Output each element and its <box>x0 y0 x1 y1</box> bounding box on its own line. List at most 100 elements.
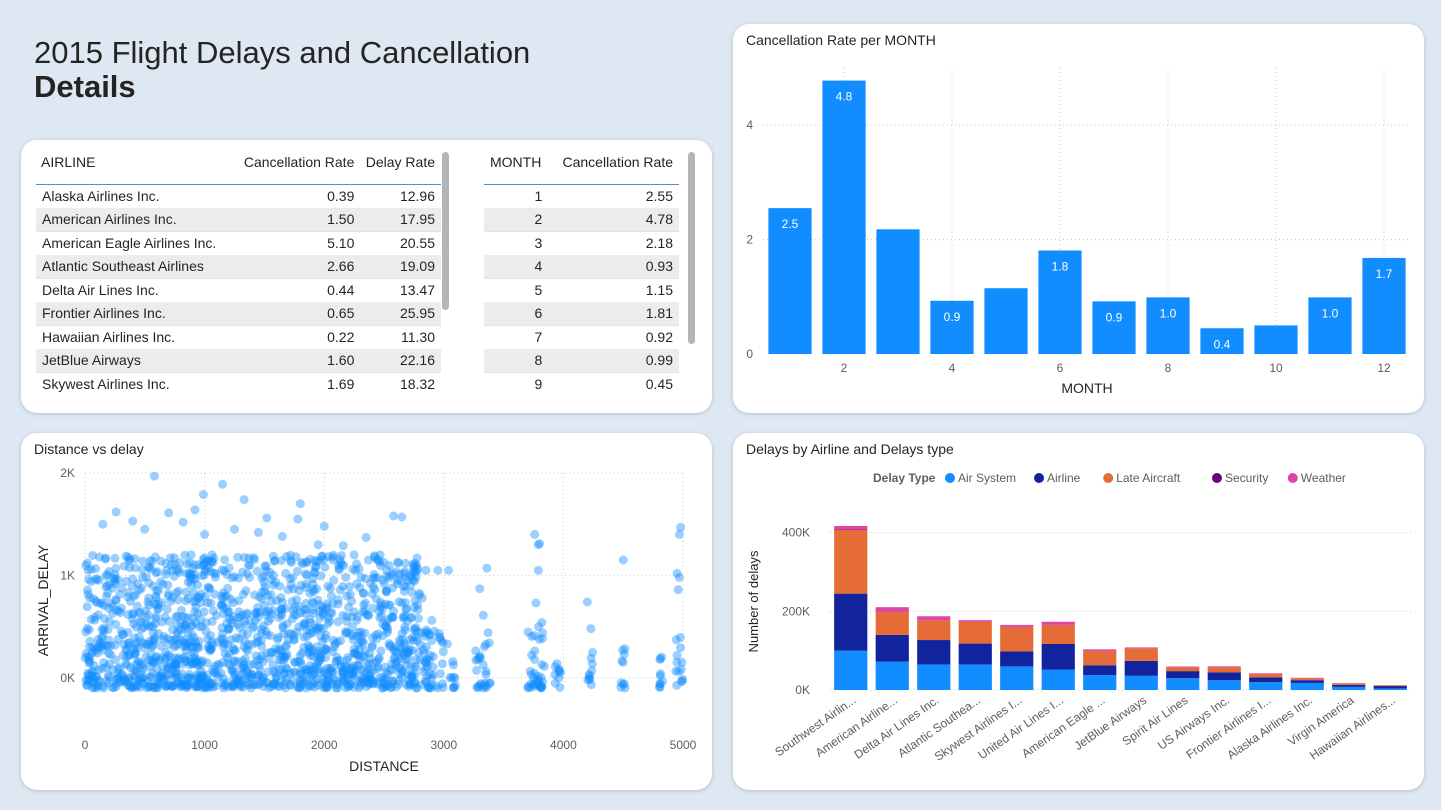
scatter-point[interactable] <box>223 583 233 593</box>
bar-segment[interactable] <box>834 525 868 530</box>
scatter-point[interactable] <box>248 623 258 633</box>
scatter-point[interactable] <box>323 581 333 591</box>
scatter-point[interactable] <box>382 587 392 597</box>
scatter-point[interactable] <box>373 555 383 565</box>
legend-item[interactable]: Air System <box>958 471 1016 485</box>
scatter-point[interactable] <box>277 532 287 541</box>
scatter-point[interactable] <box>156 641 166 651</box>
scatter-point[interactable] <box>433 565 443 575</box>
scatter-point[interactable] <box>267 682 277 692</box>
scatter-point[interactable] <box>389 606 399 616</box>
scatter-point[interactable] <box>196 598 206 608</box>
scatter-point[interactable] <box>130 563 140 573</box>
scatter-point[interactable] <box>346 612 356 622</box>
scatter-point[interactable] <box>618 657 628 667</box>
scatter-point[interactable] <box>123 610 133 620</box>
scatter-point[interactable] <box>253 670 263 680</box>
bar[interactable] <box>984 288 1028 354</box>
scatter-point[interactable] <box>318 637 327 647</box>
bar-segment[interactable] <box>1083 649 1117 651</box>
scatter-point[interactable] <box>133 680 143 690</box>
scatter-point[interactable] <box>149 471 159 481</box>
scatter-point[interactable] <box>167 635 176 645</box>
scatter-point[interactable] <box>435 632 445 642</box>
scatter-point[interactable] <box>198 490 208 499</box>
scatter-point[interactable] <box>322 645 332 655</box>
scatter-point[interactable] <box>427 615 437 625</box>
scatter-point[interactable] <box>156 672 166 682</box>
scatter-point[interactable] <box>218 479 227 489</box>
bar[interactable] <box>930 300 974 354</box>
bar[interactable] <box>822 80 866 355</box>
scatter-point[interactable] <box>292 595 301 605</box>
bar-segment[interactable] <box>1207 680 1241 690</box>
scatter-point[interactable] <box>673 585 683 595</box>
scatter-point[interactable] <box>309 665 319 674</box>
scatter-point[interactable] <box>273 632 283 642</box>
scatter-point[interactable] <box>217 565 227 575</box>
bar-segment[interactable] <box>958 643 992 665</box>
scatter-point[interactable] <box>160 612 170 622</box>
scatter-point[interactable] <box>294 622 304 632</box>
scatter-point[interactable] <box>268 570 278 580</box>
scatter-point[interactable] <box>305 614 315 624</box>
scatter-point[interactable] <box>157 598 167 608</box>
scatter-point[interactable] <box>354 564 364 574</box>
scatter-point[interactable] <box>413 605 423 615</box>
bar-segment[interactable] <box>1207 667 1241 673</box>
scatter-point[interactable] <box>409 562 419 572</box>
scatter-point[interactable] <box>618 555 628 565</box>
bar-segment[interactable] <box>917 616 951 621</box>
scatter-point[interactable] <box>527 632 537 641</box>
scatter-point[interactable] <box>401 572 410 582</box>
scatter-point[interactable] <box>535 539 544 549</box>
airline-row[interactable]: Atlantic Southeast Airlines 2.66 19.09 <box>36 254 441 278</box>
scatter-point[interactable] <box>326 591 336 601</box>
bar-segment[interactable] <box>834 650 868 690</box>
bar-segment[interactable] <box>1000 651 1034 667</box>
scatter-point[interactable] <box>108 609 117 618</box>
bar-segment[interactable] <box>1124 647 1158 649</box>
scatter-point[interactable] <box>181 620 191 630</box>
scatter-point[interactable] <box>166 596 176 606</box>
scatter-point[interactable] <box>104 567 114 576</box>
airline-row[interactable]: Delta Air Lines Inc. 0.44 13.47 <box>36 277 441 302</box>
scatter-point[interactable] <box>554 673 564 683</box>
scatter-point[interactable] <box>421 677 431 687</box>
scatter-point[interactable] <box>389 511 399 521</box>
scatter-point[interactable] <box>359 600 369 610</box>
scatter-point[interactable] <box>255 592 265 602</box>
bar-segment[interactable] <box>1249 677 1283 683</box>
scatter-point[interactable] <box>218 637 228 647</box>
scatter-point[interactable] <box>163 589 173 599</box>
bar-segment[interactable] <box>1249 682 1283 690</box>
scatter-point[interactable] <box>209 553 219 563</box>
scatter-point[interactable] <box>265 614 275 624</box>
scatter-point[interactable] <box>101 553 111 563</box>
scatter-point[interactable] <box>92 598 102 608</box>
scatter-point[interactable] <box>288 573 298 582</box>
scatter-point[interactable] <box>655 679 665 689</box>
bar-segment[interactable] <box>958 664 992 690</box>
scatter-point[interactable] <box>341 572 351 582</box>
scatter-point[interactable] <box>228 667 238 677</box>
bar-segment[interactable] <box>1000 624 1034 627</box>
scatter-point[interactable] <box>530 529 540 539</box>
scatter-point[interactable] <box>355 654 365 664</box>
scatter-point[interactable] <box>413 627 422 637</box>
airline-row[interactable]: Hawaiian Airlines Inc. 0.22 11.30 <box>36 324 441 349</box>
airline-table-container[interactable]: AIRLINE Cancellation Rate Delay Rate Ala… <box>36 140 441 396</box>
scatter-point[interactable] <box>213 659 223 669</box>
bar-segment[interactable] <box>1290 682 1324 690</box>
scatter-point[interactable] <box>170 560 180 569</box>
scatter-point[interactable] <box>283 585 293 595</box>
scatter-point[interactable] <box>187 580 196 590</box>
scatter-point[interactable] <box>676 643 685 653</box>
scatter-point[interactable] <box>301 598 311 608</box>
scatter-point[interactable] <box>315 556 325 566</box>
scatter-point[interactable] <box>81 560 91 570</box>
scatter-point[interactable] <box>425 650 435 660</box>
scatter-point[interactable] <box>294 683 304 693</box>
scatter-point[interactable] <box>313 540 323 550</box>
scatter-point[interactable] <box>234 573 243 583</box>
